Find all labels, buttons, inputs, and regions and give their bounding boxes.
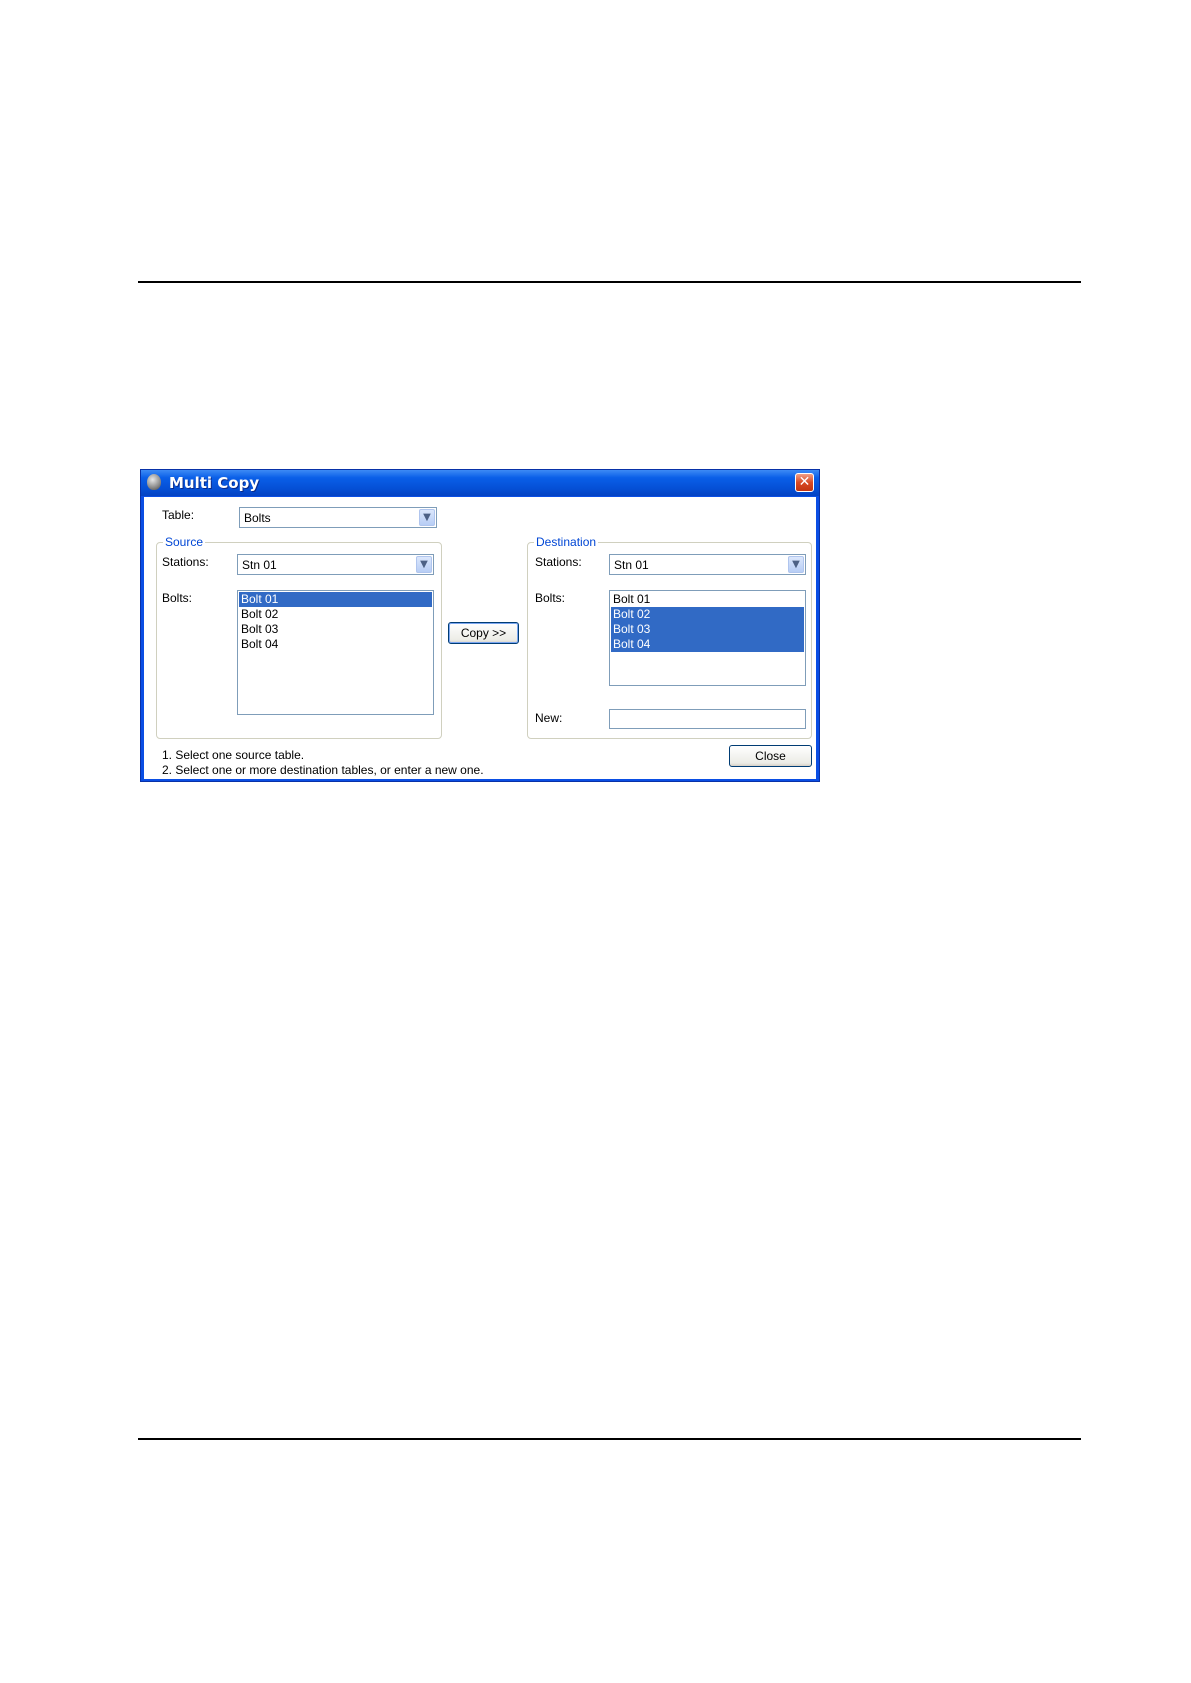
destination-list-item[interactable]: Bolt 02 xyxy=(611,607,804,622)
new-label: New: xyxy=(535,711,563,725)
close-button[interactable]: Close xyxy=(729,745,812,767)
source-list-item[interactable]: Bolt 03 xyxy=(239,622,432,637)
source-stations-value: Stn 01 xyxy=(242,558,277,572)
table-combo-value: Bolts xyxy=(244,511,271,525)
destination-list-item[interactable]: Bolt 03 xyxy=(611,622,804,637)
hint-line-1: 1. Select one source table. xyxy=(162,748,305,762)
title-bar[interactable]: Multi Copy ✕ xyxy=(141,470,819,496)
table-combo[interactable]: Bolts ▼ xyxy=(239,507,437,528)
source-stations-label: Stations: xyxy=(162,555,209,569)
destination-group-title: Destination xyxy=(534,535,599,549)
page-top-rule xyxy=(138,281,1081,283)
chevron-down-icon[interactable]: ▼ xyxy=(419,509,435,526)
table-label: Table: xyxy=(162,508,195,522)
chevron-down-icon[interactable]: ▼ xyxy=(788,556,804,573)
page-bottom-rule xyxy=(138,1438,1081,1440)
close-icon[interactable]: ✕ xyxy=(795,473,814,492)
source-bolts-list[interactable]: Bolt 01 Bolt 02 Bolt 03 Bolt 04 xyxy=(237,590,434,715)
source-list-item[interactable]: Bolt 04 xyxy=(239,637,432,652)
window-title: Multi Copy xyxy=(169,474,260,492)
source-list-item[interactable]: Bolt 02 xyxy=(239,607,432,622)
source-stations-combo[interactable]: Stn 01 ▼ xyxy=(237,554,434,575)
destination-stations-label: Stations: xyxy=(535,555,582,569)
hint-line-2: 2. Select one or more destination tables… xyxy=(162,763,484,777)
destination-stations-value: Stn 01 xyxy=(614,558,649,572)
app-icon xyxy=(147,474,161,490)
destination-list-item[interactable]: Bolt 04 xyxy=(611,637,804,652)
chevron-down-icon[interactable]: ▼ xyxy=(416,556,432,573)
destination-bolts-list[interactable]: Bolt 01 Bolt 02 Bolt 03 Bolt 04 xyxy=(609,590,806,686)
source-group-title: Source xyxy=(163,535,206,549)
source-list-item[interactable]: Bolt 01 xyxy=(239,592,432,607)
copy-button[interactable]: Copy >> xyxy=(448,622,519,644)
multi-copy-dialog: Multi Copy ✕ Table: Bolts ▼ Source Stati… xyxy=(140,469,820,782)
source-bolts-label: Bolts: xyxy=(162,591,193,605)
destination-bolts-label: Bolts: xyxy=(535,591,566,605)
destination-list-item[interactable]: Bolt 01 xyxy=(611,592,804,607)
destination-stations-combo[interactable]: Stn 01 ▼ xyxy=(609,554,806,575)
dialog-body: Table: Bolts ▼ Source Stations: Stn 01 ▼… xyxy=(144,497,816,779)
new-table-input[interactable] xyxy=(609,709,806,729)
